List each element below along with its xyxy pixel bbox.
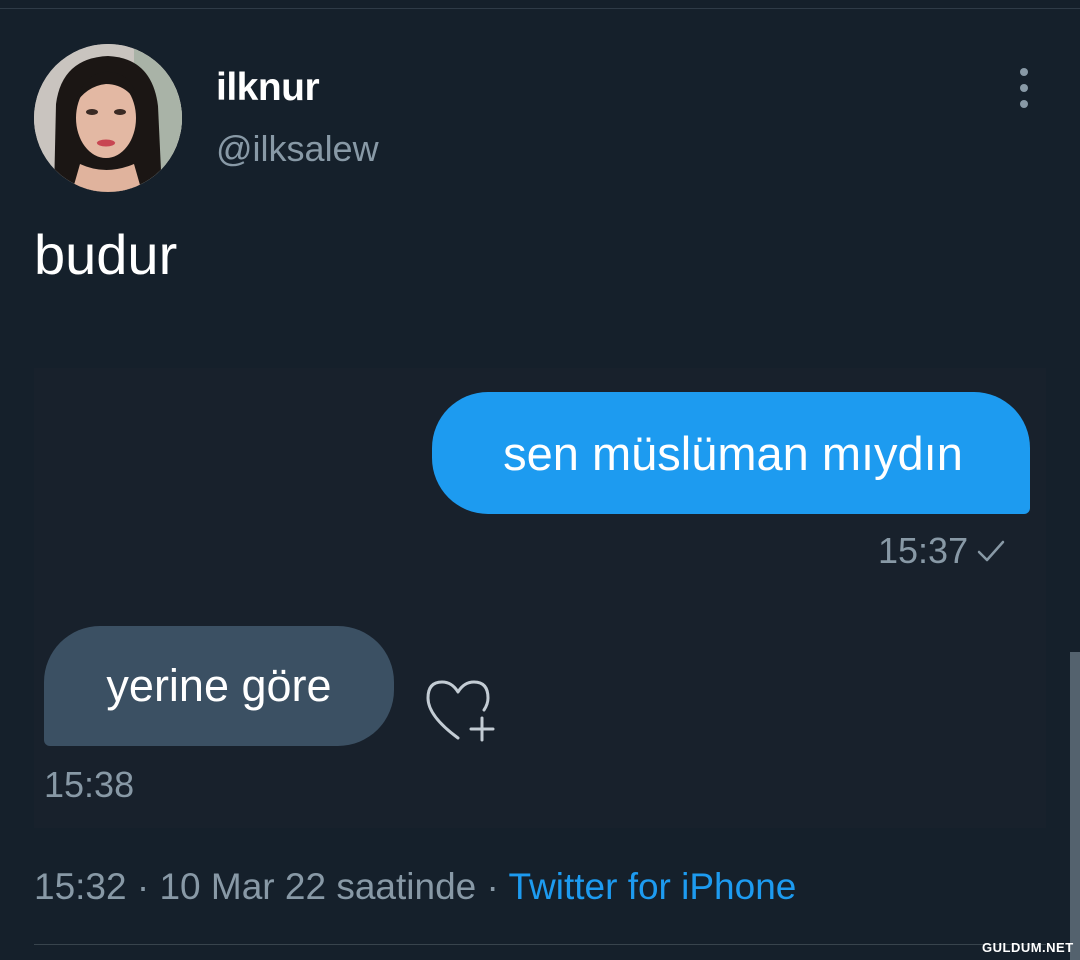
tweet-page: ilknur @ilksalew budur sen müslüman mıyd… <box>0 0 1080 960</box>
user-handle[interactable]: @ilksalew <box>216 128 379 170</box>
avatar[interactable] <box>34 44 182 192</box>
display-name[interactable]: ilknur <box>216 66 320 110</box>
outgoing-message-text: sen müslüman mıydın <box>503 426 963 480</box>
heart-add-icon <box>426 680 495 742</box>
tweet-text: budur <box>34 223 178 286</box>
incoming-message-time: 15:38 <box>44 764 135 805</box>
tweet-media-chat-screenshot[interactable]: sen müslüman mıydın 15:37 yerine göre 15… <box>34 368 1046 828</box>
tweet-timestamp[interactable]: 15:32 · 10 Mar 22 saatinde · <box>34 866 508 907</box>
outgoing-message-time: 15:37 <box>878 530 1006 572</box>
incoming-message-text: yerine göre <box>106 660 332 711</box>
incoming-message-bubble: yerine göre <box>44 626 394 746</box>
outgoing-message-bubble: sen müslüman mıydın <box>432 392 1030 514</box>
check-icon <box>977 540 1005 562</box>
outgoing-time-text: 15:37 <box>878 530 969 571</box>
scrollbar[interactable] <box>1070 652 1080 960</box>
watermark: GULDUM.NET <box>982 940 1074 955</box>
top-divider <box>0 8 1080 9</box>
tweet-meta: 15:32 · 10 Mar 22 saatinde · Twitter for… <box>34 866 796 908</box>
tweet-source-link[interactable]: Twitter for iPhone <box>508 866 796 907</box>
bottom-divider <box>34 944 1046 945</box>
more-vertical-icon[interactable] <box>1004 66 1044 110</box>
